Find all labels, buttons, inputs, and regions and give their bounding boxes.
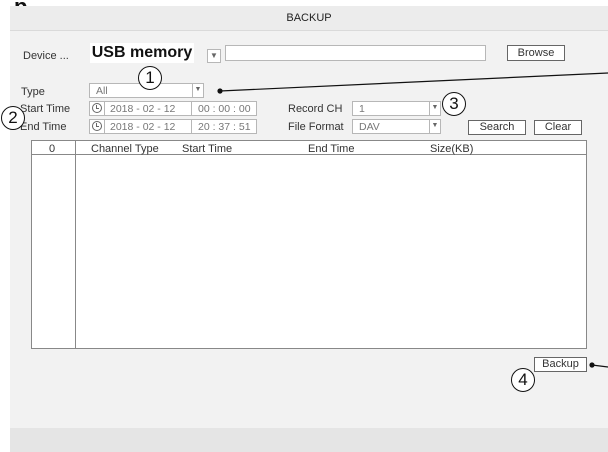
- callout-4: 4: [511, 368, 535, 392]
- callout-1: 1: [138, 66, 162, 90]
- callout-3: 3: [442, 92, 466, 116]
- callout-2: 2: [1, 106, 25, 130]
